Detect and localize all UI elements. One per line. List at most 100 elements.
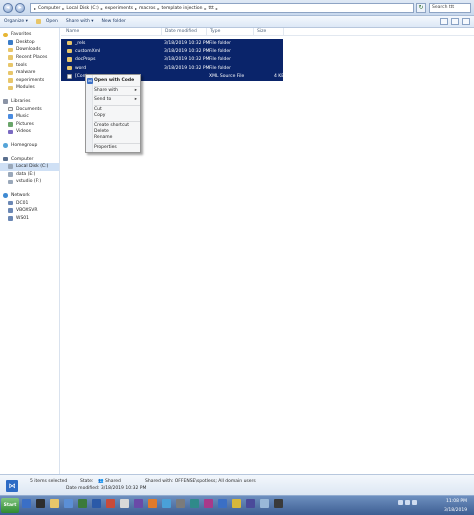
nav-music[interactable]: Music [0,113,59,121]
breadcrumb-computer[interactable]: Computer [38,6,60,11]
column-header-date[interactable]: Date modified [165,29,197,34]
organize-button[interactable]: Organize ▾ [4,19,28,24]
breadcrumb-experiments[interactable]: experiments [105,6,133,11]
column-header-size[interactable]: Size [257,29,266,34]
explorer-icon[interactable] [50,499,59,508]
help-icon[interactable] [462,18,470,25]
ie-icon[interactable] [64,499,73,508]
chevron-right-icon: ▸ [134,5,137,11]
menu-item-copy[interactable]: Copy [94,113,105,119]
app-icon[interactable] [162,499,171,508]
excel-icon[interactable] [78,499,87,508]
disk-icon [8,179,13,185]
menu-item-share-with[interactable]: Share with ▸ [94,88,140,94]
forward-button[interactable]: ▸ [15,3,25,13]
clock-time[interactable]: 11:08 PM [446,499,467,504]
open-button[interactable]: Open [35,19,58,24]
address-field[interactable]: ▸ Computer ▸ Local Disk (C:) ▸ experimen… [30,3,414,13]
start-button[interactable]: Start [1,498,19,513]
vscode-icon[interactable] [22,499,31,508]
nav-malware[interactable]: malware [0,69,59,77]
preview-pane-icon[interactable] [451,18,459,25]
clock-date[interactable]: 3/18/2019 [444,508,467,513]
breadcrumb-local-disk[interactable]: Local Disk (C:) [66,6,98,11]
music-icon [8,114,13,119]
folder-icon [67,65,72,71]
app-icon[interactable] [204,499,213,508]
nav-pictures[interactable]: Pictures [0,121,59,129]
navigation-pane: Favorites Desktop Downloads Recent Place… [0,28,60,474]
nav-desktop[interactable]: Desktop [0,39,59,47]
menu-item-send-to[interactable]: Send to ▸ [94,97,140,103]
nav-network[interactable]: Network [0,192,59,200]
network-icon[interactable] [398,500,403,505]
app-icon[interactable] [218,499,227,508]
nav-ws01[interactable]: WS01 [0,214,59,222]
nav-label: DC01 [16,200,29,206]
nav-label: Libraries [11,99,31,105]
file-row[interactable]: word 3/18/2019 10:32 PM File folder [61,64,283,73]
nav-computer[interactable]: Computer [0,155,59,163]
refresh-icon[interactable]: ↻ [416,3,426,13]
breadcrumb-template-injection[interactable]: template injection [161,6,202,11]
app-icon[interactable] [148,499,157,508]
nav-experiments[interactable]: experiments [0,77,59,85]
nav-label: experiments [16,77,45,83]
nav-tools[interactable]: tools [0,61,59,69]
nav-downloads[interactable]: Downloads [0,46,59,54]
breadcrumb-macros[interactable]: macros [139,6,155,11]
file-row[interactable]: docProps 3/18/2019 10:32 PM File folder [61,55,283,65]
nav-modules[interactable]: Modules [0,84,59,92]
visual-studio-icon[interactable] [134,499,143,508]
column-headers: Name Date modified Type Size [61,28,474,36]
nav-documents[interactable]: Documents [0,105,59,113]
change-view-icon[interactable] [440,18,448,25]
column-header-name[interactable]: Name [66,29,79,34]
file-type: File folder [209,65,232,71]
nav-recent-places[interactable]: Recent Places [0,54,59,62]
word-icon[interactable] [92,499,101,508]
new-folder-button[interactable]: New folder [102,19,126,24]
computer-icon [3,156,8,162]
state-label: State: [80,479,94,484]
flag-icon[interactable] [412,500,417,505]
nav-dc01[interactable]: DC01 [0,199,59,207]
app-icon[interactable] [274,499,283,508]
file-row[interactable]: customXml 3/18/2019 10:32 PM File folder [61,47,283,56]
file-date: 3/18/2019 10:32 PM [164,48,210,54]
search-input[interactable]: Search ttt [429,3,471,13]
downloads-icon [8,47,13,53]
share-with-button[interactable]: Share with ▾ [66,19,94,24]
app-icon[interactable] [260,499,269,508]
notepad-icon[interactable] [120,499,129,508]
column-header-type[interactable]: Type [210,29,220,34]
file-size: 4 KB [274,74,285,80]
chevron-right-icon: ▸ [100,5,103,11]
menu-item-properties[interactable]: Properties [94,145,117,151]
file-row[interactable]: _rels 3/18/2019 10:32 PM File folder [61,39,283,48]
nav-label: Network [11,192,30,198]
menu-item-rename[interactable]: Rename [94,135,112,141]
nav-vboxsvr[interactable]: VBOXSVR [0,207,59,215]
nav-favorites[interactable]: Favorites [0,31,59,39]
menu-item-open-with-code[interactable]: Open with Code [94,78,134,84]
nav-data-e[interactable]: data (E:) [0,171,59,179]
volume-icon[interactable] [405,500,410,505]
app-icon[interactable] [176,499,185,508]
back-button[interactable]: ◂ [3,3,13,13]
nav-homegroup[interactable]: Homegroup [0,142,59,150]
app-icon[interactable] [246,499,255,508]
app-icon[interactable] [190,499,199,508]
nav-local-disk[interactable]: Local Disk (C:) [0,162,59,171]
app-icon[interactable] [232,499,241,508]
computer-icon [8,208,13,213]
nav-vstudio-f[interactable]: vstudio (F:) [0,178,59,186]
nav-label: Modules [16,85,35,91]
nav-label: Documents [16,106,42,112]
nav-videos[interactable]: Videos [0,128,59,136]
nav-libraries[interactable]: Libraries [0,98,59,106]
breadcrumb-ttt[interactable]: ttt [208,6,213,11]
address-bar-area: ◂ ▸ ▸ Computer ▸ Local Disk (C:) ▸ exper… [0,0,474,16]
powerpoint-icon[interactable] [106,499,115,508]
terminal-icon[interactable] [36,499,45,508]
